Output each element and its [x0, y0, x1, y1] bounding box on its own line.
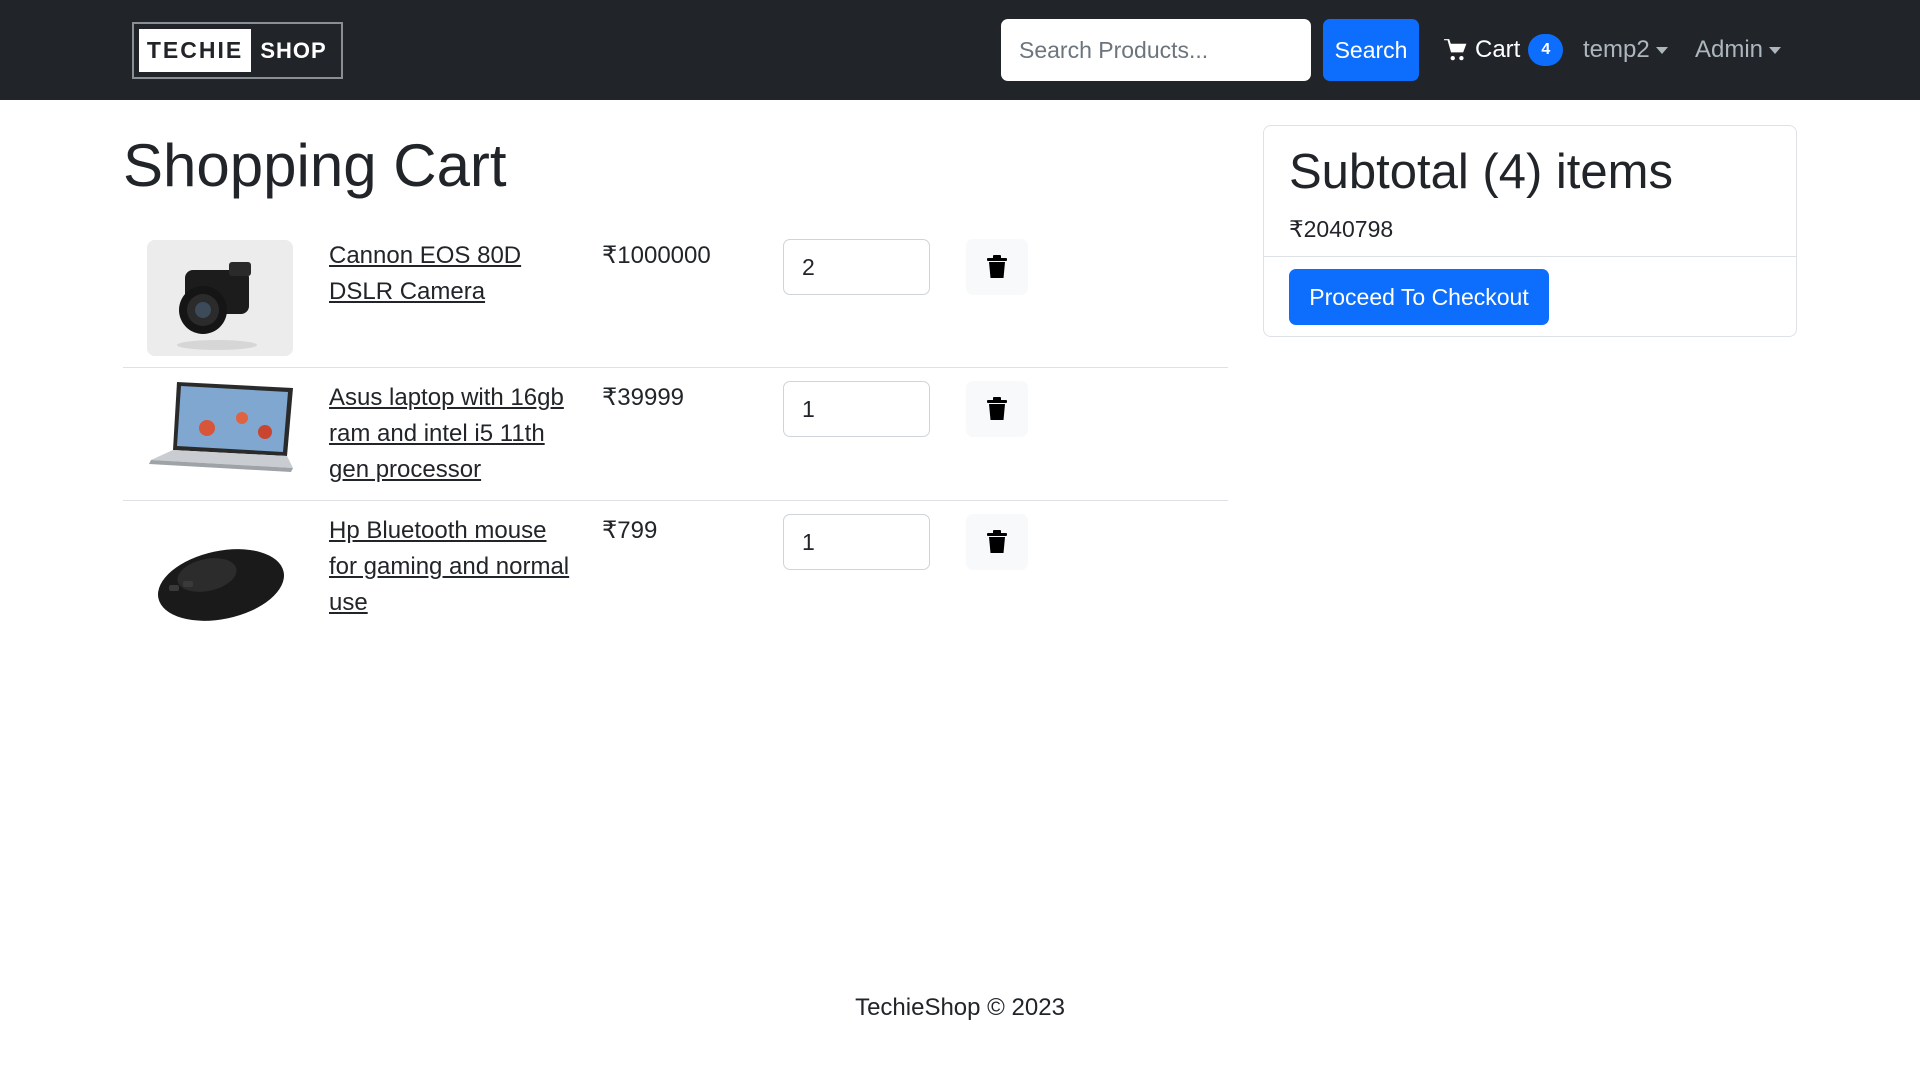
product-price: ₹799: [602, 517, 658, 544]
cart-label: Cart: [1475, 36, 1521, 63]
logo-shop: SHOP: [260, 38, 327, 63]
cart-link[interactable]: Cart 4: [1443, 28, 1564, 72]
admin-menu-label: Admin: [1695, 36, 1764, 63]
navbar: TECHIE SHOP Search Cart 4 temp2 Admin: [0, 0, 1920, 100]
page-title: Shopping Cart: [123, 132, 507, 199]
cart-count-badge: 4: [1528, 34, 1564, 66]
trash-icon: [987, 255, 1007, 278]
subtotal-heading: Subtotal (4) items: [1289, 145, 1673, 199]
product-link[interactable]: Cannon EOS 80D DSLR Camera: [329, 238, 579, 310]
card-divider: [1264, 256, 1796, 257]
product-image-camera[interactable]: [147, 240, 293, 356]
chevron-down-icon: [1655, 46, 1668, 54]
product-image-laptop[interactable]: [147, 380, 293, 496]
user-menu-label: temp2: [1583, 36, 1650, 63]
delete-item-button[interactable]: [966, 514, 1028, 570]
product-image-mouse[interactable]: [147, 533, 293, 649]
cart-icon: [1444, 39, 1467, 61]
product-price: ₹1000000: [602, 242, 711, 269]
proceed-to-checkout-button[interactable]: Proceed To Checkout: [1289, 269, 1549, 325]
quantity-input[interactable]: [783, 514, 930, 570]
subtotal-amount: ₹2040798: [1289, 216, 1394, 242]
delete-item-button[interactable]: [966, 381, 1028, 437]
quantity-input[interactable]: [783, 239, 930, 295]
trash-icon: [987, 530, 1007, 553]
trash-icon: [987, 397, 1007, 420]
delete-item-button[interactable]: [966, 239, 1028, 295]
row-divider: [123, 500, 1228, 501]
product-link[interactable]: Hp Bluetooth mouse for gaming and normal…: [329, 513, 579, 621]
search-button[interactable]: Search: [1323, 19, 1419, 81]
footer-text: TechieShop © 2023: [855, 994, 1065, 1021]
user-menu-dropdown[interactable]: temp2: [1583, 30, 1668, 70]
brand-logo[interactable]: TECHIE SHOP: [132, 22, 343, 79]
logo-techie: TECHIE: [139, 29, 251, 72]
order-summary-card: Subtotal (4) items ₹2040798 Proceed To C…: [1263, 125, 1797, 337]
row-divider: [123, 367, 1228, 368]
product-link[interactable]: Asus laptop with 16gb ram and intel i5 1…: [329, 380, 579, 488]
quantity-input[interactable]: [783, 381, 930, 437]
admin-menu-dropdown[interactable]: Admin: [1695, 30, 1782, 70]
product-price: ₹39999: [602, 384, 685, 411]
chevron-down-icon: [1769, 46, 1782, 54]
search-input[interactable]: [1001, 19, 1311, 81]
